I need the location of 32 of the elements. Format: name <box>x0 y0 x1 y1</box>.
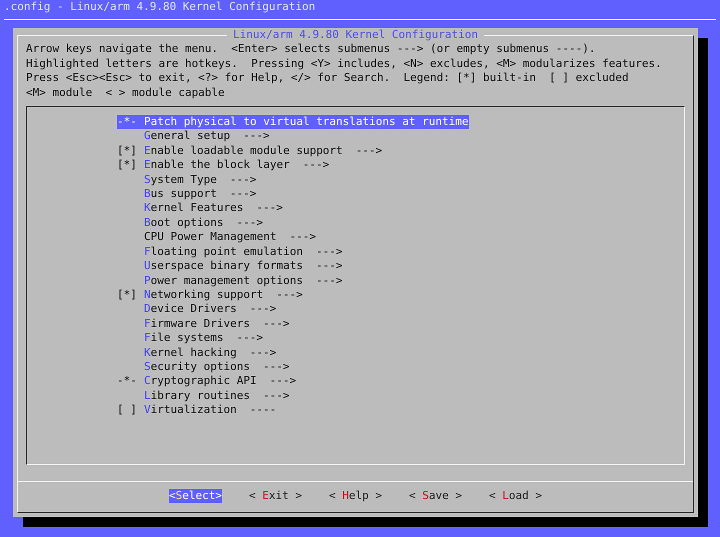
menu-item[interactable]: -*- Patch physical to virtual translations at runtime <box>117 115 469 130</box>
help-text: Arrow keys navigate the menu. <Enter> selects submenus ---> (or empty submenus ----). <box>25 42 597 57</box>
menu-item[interactable]: [*] Enable the block layer ---> <box>117 158 330 173</box>
menu-item[interactable]: [*] Networking support ---> <box>117 288 303 302</box>
menu-button[interactable]: <Select> <box>169 489 222 504</box>
menu-button[interactable]: < Load > <box>489 489 542 504</box>
menu-item[interactable]: Bus support ---> <box>117 187 256 202</box>
menu-item[interactable]: Power management options ---> <box>117 274 342 288</box>
menu-item[interactable]: File systems ---> <box>117 331 263 346</box>
help-text: Highlighted letters are hotkeys. Pressing <Y> includes, <N> excludes, <M> modularizes features. <box>25 56 663 72</box>
menu-item[interactable]: System Type ---> <box>117 172 256 188</box>
menu-item[interactable]: Floating point emulation ---> <box>117 244 342 260</box>
menu-item[interactable]: Library routines ---> <box>117 388 290 404</box>
dialog-title: Linux/arm 4.9.80 Kernel Configuration <box>226 28 484 42</box>
menu-item[interactable]: Firmware Drivers ---> <box>117 316 290 332</box>
menu-item[interactable]: [*] Enable loadable module support ---> <box>117 144 382 158</box>
menu-button[interactable]: < Help > <box>329 489 382 504</box>
menu-button[interactable]: < Save > <box>409 489 462 504</box>
window-title: .config - Linux/arm 4.9.80 Kernel Configuration <box>3 0 316 15</box>
menu-item[interactable]: [ ] Virtualization ---- <box>117 403 276 418</box>
menu-item[interactable]: -*- C ryptographic API ---> <box>117 374 296 389</box>
menu-item[interactable]: Kernel hacking ---> <box>117 346 276 360</box>
menu-item[interactable]: Kernel Features ---> <box>117 201 283 216</box>
help-text: <M> module < > module capable <box>25 86 226 100</box>
menu-item[interactable]: Userspace binary formats ---> <box>117 259 342 274</box>
menu-item[interactable]: General setup ---> <box>117 129 270 144</box>
menu-item[interactable]: Boot options ---> <box>117 216 263 230</box>
help-text: Press <Esc><Esc> to exit, <?> for Help, </> for Search. Legend: [*] built-in [ ] excluded <box>25 71 630 86</box>
menu-item[interactable]: Device Drivers ---> <box>117 302 276 317</box>
menu-button[interactable]: < Exit > <box>249 489 302 504</box>
menu-item[interactable]: CPU Power Management ---> <box>117 230 316 245</box>
menu-item[interactable]: Security options ---> <box>117 360 290 374</box>
